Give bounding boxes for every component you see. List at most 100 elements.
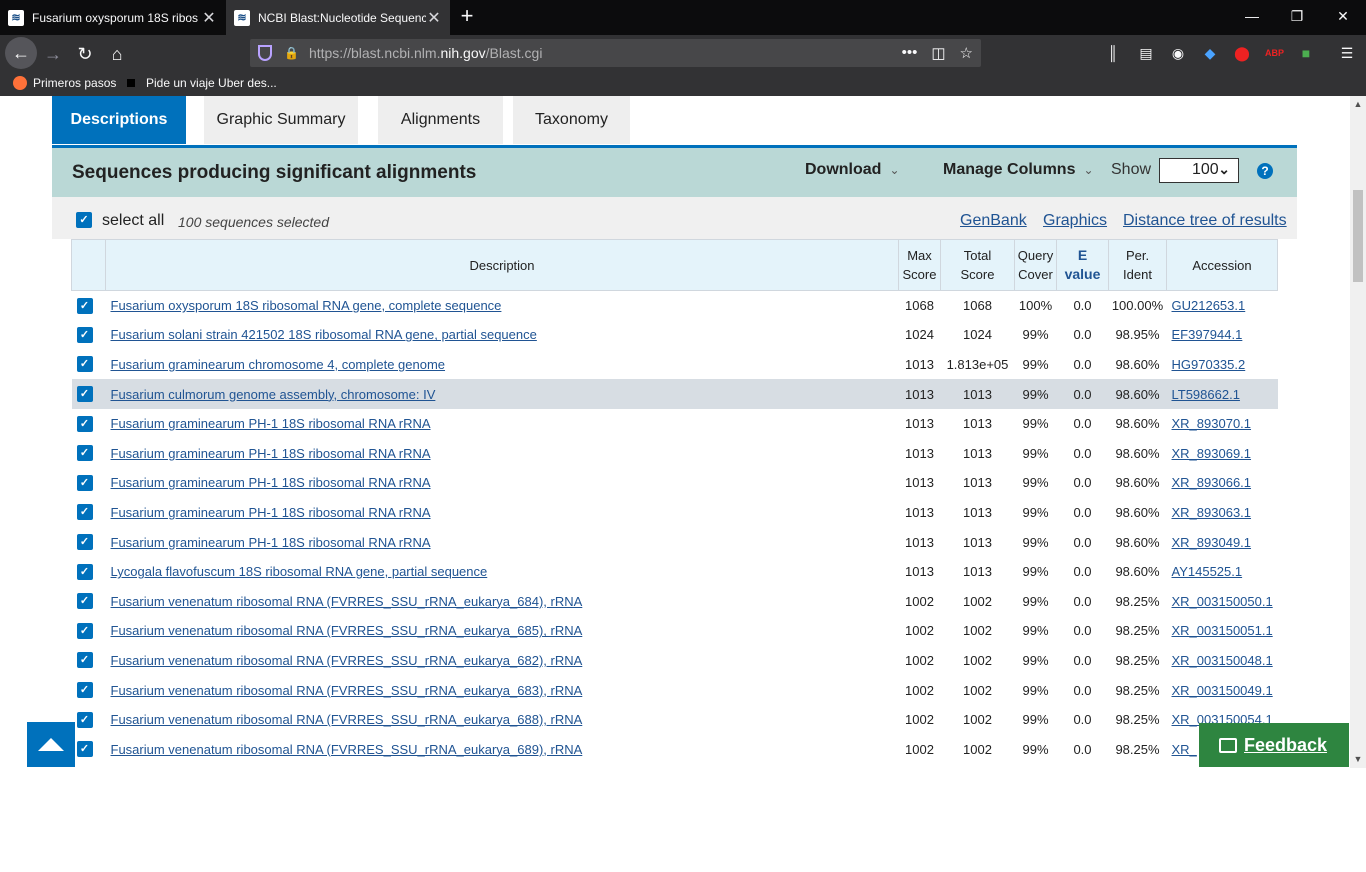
row-checkbox[interactable]: ✓ [72, 527, 106, 557]
browser-tab-1[interactable]: ≋ Fusarium oxysporum 18S ribos ✕ [0, 0, 225, 35]
header-max-score[interactable]: Max Score [898, 239, 941, 291]
checkbox-checked-icon[interactable]: ✓ [76, 356, 93, 373]
row-description-link[interactable]: Fusarium graminearum chromosome 4, compl… [106, 350, 899, 380]
select-all-label[interactable]: select all [102, 212, 164, 230]
header-accession[interactable]: Accession [1166, 239, 1278, 291]
row-accession-link[interactable]: XR_003150051.1 [1167, 616, 1278, 646]
scroll-to-top-button[interactable] [27, 722, 75, 767]
checkbox-checked-icon[interactable]: ✓ [76, 415, 93, 432]
tab-descriptions[interactable]: Descriptions [52, 96, 186, 144]
row-description-link[interactable]: Fusarium venenatum ribosomal RNA (FVRRES… [106, 675, 899, 705]
page-actions-icon[interactable]: ••• [902, 44, 918, 62]
checkbox-checked-icon[interactable]: ✓ [76, 326, 93, 343]
row-checkbox[interactable]: ✓ [72, 468, 106, 498]
row-accession-link[interactable]: LT598662.1 [1166, 379, 1278, 409]
checkbox-checked-icon[interactable]: ✓ [76, 474, 93, 491]
row-accession-link[interactable]: XR_893066.1 [1167, 468, 1278, 498]
back-arrow-icon[interactable]: ← [5, 37, 37, 69]
row-description-link[interactable]: Fusarium venenatum ribosomal RNA (FVRRES… [106, 646, 899, 676]
library-icon[interactable]: ║ [1104, 44, 1122, 62]
help-icon[interactable]: ? [1257, 163, 1273, 179]
row-checkbox[interactable]: ✓ [72, 616, 106, 646]
row-accession-link[interactable]: XR_893070.1 [1167, 409, 1278, 439]
extension-red-icon[interactable]: ⬤ [1233, 44, 1251, 62]
row-checkbox[interactable]: ✓ [72, 557, 106, 587]
row-description-link[interactable]: Lycogala flavofuscum 18S ribosomal RNA g… [106, 557, 899, 587]
checkbox-checked-icon[interactable]: ✓ [76, 445, 93, 462]
row-checkbox[interactable]: ✓ [72, 675, 106, 705]
row-checkbox[interactable]: ✓ [72, 350, 106, 380]
checkbox-checked-icon[interactable]: ✓ [76, 504, 93, 521]
bookmark-primeros-pasos[interactable]: Primeros pasos [13, 76, 116, 90]
forward-arrow-icon[interactable]: → [38, 39, 68, 69]
checkbox-checked-icon[interactable]: ✓ [76, 534, 93, 551]
row-description-link[interactable]: Fusarium culmorum genome assembly, chrom… [105, 379, 899, 409]
row-description-link[interactable]: Fusarium graminearum PH-1 18S ribosomal … [106, 438, 899, 468]
tab-taxonomy[interactable]: Taxonomy [513, 96, 630, 144]
scrollbar-thumb[interactable] [1353, 190, 1363, 282]
header-per-ident[interactable]: Per. Ident [1108, 239, 1167, 291]
select-all-checkbox[interactable]: ✓ [76, 212, 92, 228]
row-checkbox[interactable]: ✓ [72, 438, 106, 468]
tab-graphic-summary[interactable]: Graphic Summary [204, 96, 358, 144]
header-e-value[interactable]: Evalue [1056, 239, 1109, 291]
row-description-link[interactable]: Fusarium graminearum PH-1 18S ribosomal … [106, 527, 899, 557]
row-checkbox[interactable]: ✓ [72, 734, 106, 764]
row-accession-link[interactable]: XR_893063.1 [1167, 498, 1278, 528]
distance-tree-link[interactable]: Distance tree of results [1123, 212, 1287, 230]
row-checkbox[interactable]: ✓ [72, 646, 106, 676]
checkbox-checked-icon[interactable]: ✓ [76, 593, 93, 610]
checkbox-checked-icon[interactable]: ✓ [76, 711, 93, 728]
row-description-link[interactable]: Fusarium oxysporum 18S ribosomal RNA gen… [106, 291, 899, 321]
row-checkbox[interactable]: ✓ [72, 291, 106, 321]
tab-alignments[interactable]: Alignments [378, 96, 503, 144]
row-description-link[interactable]: Fusarium graminearum PH-1 18S ribosomal … [106, 409, 899, 439]
new-tab-icon[interactable]: + [455, 5, 479, 29]
header-description[interactable]: Description [105, 239, 899, 291]
row-checkbox[interactable]: ✓ [72, 409, 106, 439]
row-checkbox[interactable]: ✓ [71, 379, 106, 409]
header-query-cover[interactable]: Query Cover [1014, 239, 1057, 291]
extension-diamond-icon[interactable]: ◆ [1201, 44, 1219, 62]
checkbox-checked-icon[interactable]: ✓ [76, 741, 93, 758]
checkbox-checked-icon[interactable]: ✓ [76, 386, 93, 403]
account-icon[interactable]: ◉ [1169, 44, 1187, 62]
checkbox-checked-icon[interactable]: ✓ [76, 563, 93, 580]
adblock-icon[interactable]: ABP [1265, 44, 1284, 62]
row-description-link[interactable]: Fusarium venenatum ribosomal RNA (FVRRES… [106, 586, 899, 616]
checkbox-checked-icon[interactable]: ✓ [76, 682, 93, 699]
row-checkbox[interactable]: ✓ [72, 705, 106, 735]
sidebar-icon[interactable]: ▤ [1137, 44, 1155, 62]
download-button[interactable]: Download ⌄ [805, 161, 900, 179]
url-bar[interactable]: 🔒 https://blast.ncbi.nlm.nih.gov/Blast.c… [250, 39, 981, 67]
row-checkbox[interactable]: ✓ [72, 320, 106, 350]
bookmark-star-icon[interactable]: ☆ [960, 44, 973, 62]
browser-tab-2[interactable]: ≋ NCBI Blast:Nucleotide Sequenc ✕ [226, 0, 450, 35]
row-accession-link[interactable]: EF397944.1 [1167, 320, 1278, 350]
tab-close-icon[interactable]: ✕ [426, 8, 442, 28]
graphics-link[interactable]: Graphics [1043, 212, 1107, 230]
vertical-scrollbar[interactable]: ▲ ▼ [1350, 96, 1366, 768]
header-total-score[interactable]: Total Score [940, 239, 1015, 291]
checkbox-checked-icon[interactable]: ✓ [76, 297, 93, 314]
checkbox-checked-icon[interactable]: ✓ [76, 652, 93, 669]
row-description-link[interactable]: Fusarium venenatum ribosomal RNA (FVRRES… [106, 616, 899, 646]
row-accession-link[interactable]: XR_003150049.1 [1167, 675, 1278, 705]
tracking-shield-icon[interactable] [258, 45, 272, 61]
row-accession-link[interactable]: XR_893049.1 [1167, 527, 1278, 557]
genbank-link[interactable]: GenBank [960, 212, 1027, 230]
url-text[interactable]: https://blast.ncbi.nlm.nih.gov/Blast.cgi [309, 45, 902, 61]
bookmark-uber[interactable]: Pide un viaje Uber des... [127, 76, 277, 90]
checkbox-checked-icon[interactable]: ✓ [76, 622, 93, 639]
show-count-select[interactable]: 100 ⌄ [1159, 158, 1239, 183]
row-accession-link[interactable]: HG970335.2 [1167, 350, 1278, 380]
row-description-link[interactable]: Fusarium graminearum PH-1 18S ribosomal … [106, 498, 899, 528]
lock-icon[interactable]: 🔒 [284, 46, 299, 60]
restore-icon[interactable]: ❐ [1274, 0, 1320, 35]
row-accession-link[interactable]: GU212653.1 [1167, 291, 1278, 321]
row-description-link[interactable]: Fusarium venenatum ribosomal RNA (FVRRES… [106, 734, 899, 764]
reload-icon[interactable]: ↻ [70, 39, 100, 69]
row-checkbox[interactable]: ✓ [72, 498, 106, 528]
row-accession-link[interactable]: XR_003150050.1 [1167, 586, 1278, 616]
feedback-button[interactable]: Feedback [1199, 723, 1349, 767]
